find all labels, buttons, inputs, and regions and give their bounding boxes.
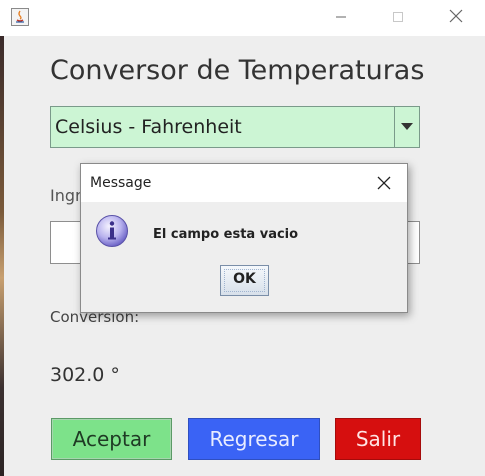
dialog-titlebar[interactable]: Message [81, 164, 407, 202]
accept-button[interactable]: Aceptar [51, 418, 172, 460]
chevron-down-icon [401, 123, 413, 130]
conversion-type-select[interactable]: Celsius - Fahrenheit [50, 106, 420, 148]
maximize-icon [393, 12, 403, 22]
close-icon [377, 176, 391, 190]
combo-dropdown-button[interactable] [394, 107, 419, 147]
window-close-button[interactable] [433, 4, 479, 32]
maximize-button[interactable] [375, 4, 421, 32]
exit-button[interactable]: Salir [335, 418, 421, 460]
background-edge [0, 36, 4, 476]
ok-button[interactable]: OK [220, 265, 269, 296]
dialog-title: Message [90, 175, 152, 191]
app-window: Conversor de Temperaturas Celsius - Fahr… [0, 0, 485, 476]
message-dialog: Message El campo esta vacio OK [80, 163, 408, 313]
dialog-close-button[interactable] [369, 169, 399, 197]
input-label: Ingr [50, 186, 82, 205]
minimize-icon [336, 16, 346, 18]
info-icon [96, 215, 128, 247]
minimize-button[interactable] [318, 4, 364, 32]
page-title: Conversor de Temperaturas [50, 55, 425, 86]
dialog-message: El campo esta vacio [153, 227, 299, 242]
ok-focus-ring [224, 269, 265, 292]
conversion-type-value: Celsius - Fahrenheit [55, 116, 242, 138]
java-app-icon[interactable] [11, 8, 29, 26]
conversion-result: 302.0 ° [50, 364, 120, 386]
window-titlebar[interactable] [0, 0, 485, 36]
back-button[interactable]: Regresar [188, 418, 320, 460]
close-icon [449, 9, 463, 23]
